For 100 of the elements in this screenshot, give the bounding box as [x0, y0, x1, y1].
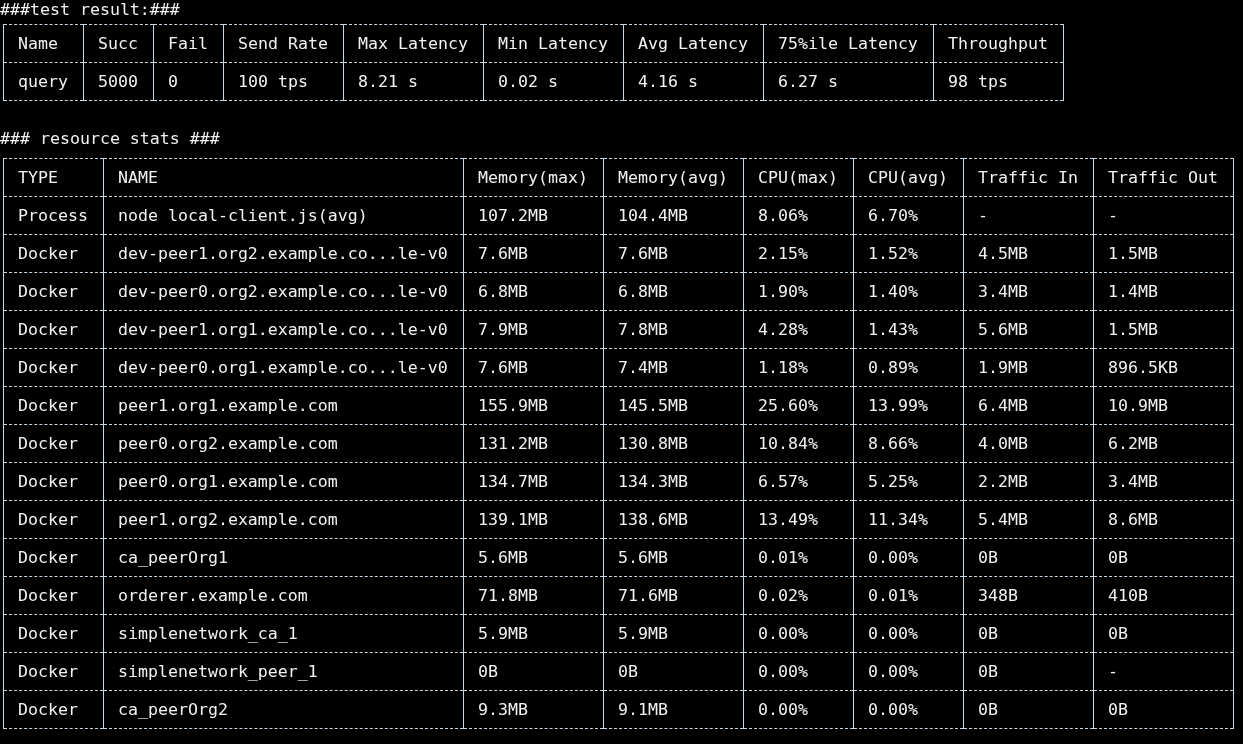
column-header: Memory(max) [463, 158, 604, 197]
table-cell: Docker [3, 234, 104, 273]
table-cell: 134.3MB [603, 462, 744, 501]
table-cell: - [1093, 196, 1234, 235]
table-cell: 9.1MB [603, 690, 744, 729]
table-cell: 1.52% [853, 234, 964, 273]
column-header: Succ [83, 24, 154, 63]
table-cell: peer0.org1.example.com [103, 462, 464, 501]
table-cell: 3.4MB [1093, 462, 1234, 501]
table-cell: 4.0MB [963, 424, 1094, 463]
table-cell: 0 [153, 62, 224, 101]
table-cell: 7.8MB [603, 310, 744, 349]
table-cell: 100 tps [223, 62, 344, 101]
table-cell: 0.01% [853, 576, 964, 615]
table-cell: simplenetwork_ca_1 [103, 614, 464, 653]
table-cell: 1.5MB [1093, 234, 1234, 273]
table-cell: 9.3MB [463, 690, 604, 729]
table-cell: 8.66% [853, 424, 964, 463]
table-cell: dev-peer1.org1.example.co...le-v0 [103, 310, 464, 349]
table-cell: 2.2MB [963, 462, 1094, 501]
table-cell: 0.00% [743, 614, 854, 653]
table-cell: 3.4MB [963, 272, 1094, 311]
table-cell: ca_peerOrg1 [103, 538, 464, 577]
table-cell: 0.02% [743, 576, 854, 615]
table-cell: Docker [3, 424, 104, 463]
table-cell: node local-client.js(avg) [103, 196, 464, 235]
table-cell: 7.4MB [603, 348, 744, 387]
table-cell: 4.5MB [963, 234, 1094, 273]
table-cell: peer1.org1.example.com [103, 386, 464, 425]
column-header: 75%ile Latency [763, 24, 934, 63]
table-cell: 0.00% [743, 690, 854, 729]
table-cell: 1.90% [743, 272, 854, 311]
table-cell: Docker [3, 652, 104, 691]
column-header: Traffic In [963, 158, 1094, 197]
table-cell: Docker [3, 310, 104, 349]
table-cell: - [963, 196, 1094, 235]
table-cell: Docker [3, 500, 104, 539]
table-cell: 13.99% [853, 386, 964, 425]
table-cell: 0B [963, 652, 1094, 691]
table-cell: 130.8MB [603, 424, 744, 463]
table-cell: 7.9MB [463, 310, 604, 349]
table-cell: 10.84% [743, 424, 854, 463]
table-cell: query [3, 62, 84, 101]
table-cell: Docker [3, 614, 104, 653]
table-cell: 0B [1093, 690, 1234, 729]
table-cell: 139.1MB [463, 500, 604, 539]
table-cell: 5.9MB [603, 614, 744, 653]
table-cell: Docker [3, 272, 104, 311]
table-cell: 896.5KB [1093, 348, 1234, 387]
table-cell: Docker [3, 348, 104, 387]
table-cell: 6.8MB [603, 272, 744, 311]
table-cell: 8.6MB [1093, 500, 1234, 539]
table-cell: 8.06% [743, 196, 854, 235]
table-cell: 1.5MB [1093, 310, 1234, 349]
column-header: Avg Latency [623, 24, 764, 63]
table-cell: 13.49% [743, 500, 854, 539]
table-cell: peer0.org2.example.com [103, 424, 464, 463]
table-cell: 71.6MB [603, 576, 744, 615]
table-cell: 0.00% [853, 652, 964, 691]
table-cell: 71.8MB [463, 576, 604, 615]
table-cell: 1.18% [743, 348, 854, 387]
table-cell: 131.2MB [463, 424, 604, 463]
table-cell: 5.6MB [963, 310, 1094, 349]
table-cell: 25.60% [743, 386, 854, 425]
column-header: CPU(max) [743, 158, 854, 197]
column-header: Traffic Out [1093, 158, 1234, 197]
table-cell: 1.40% [853, 272, 964, 311]
table-cell: peer1.org2.example.com [103, 500, 464, 539]
table-cell: 2.15% [743, 234, 854, 273]
table-cell: 5.25% [853, 462, 964, 501]
table-cell: 107.2MB [463, 196, 604, 235]
column-header: Max Latency [343, 24, 484, 63]
table-cell: 0.02 s [483, 62, 624, 101]
table-cell: Docker [3, 462, 104, 501]
table-cell: 348B [963, 576, 1094, 615]
table-cell: 0.00% [853, 538, 964, 577]
table-cell: 0.00% [743, 652, 854, 691]
table-cell: 0B [963, 690, 1094, 729]
table-cell: 6.57% [743, 462, 854, 501]
column-header: Min Latency [483, 24, 624, 63]
table-cell: 5.6MB [603, 538, 744, 577]
section-title: ###test result:### [0, 0, 181, 19]
table-cell: dev-peer1.org2.example.co...le-v0 [103, 234, 464, 273]
table-cell: - [1093, 652, 1234, 691]
table-cell: 4.16 s [623, 62, 764, 101]
table-cell: 0.00% [853, 690, 964, 729]
column-header: Name [3, 24, 84, 63]
table-cell: 0.00% [853, 614, 964, 653]
table-cell: 5000 [83, 62, 154, 101]
table-cell: 410B [1093, 576, 1234, 615]
table-cell: 0B [1093, 538, 1234, 577]
table-cell: 8.21 s [343, 62, 484, 101]
column-header: Fail [153, 24, 224, 63]
column-header: TYPE [3, 158, 104, 197]
table-cell: 5.4MB [963, 500, 1094, 539]
table-cell: Process [3, 196, 104, 235]
table-cell: 0B [1093, 614, 1234, 653]
table-cell: Docker [3, 386, 104, 425]
table-cell: 145.5MB [603, 386, 744, 425]
table-cell: Docker [3, 576, 104, 615]
